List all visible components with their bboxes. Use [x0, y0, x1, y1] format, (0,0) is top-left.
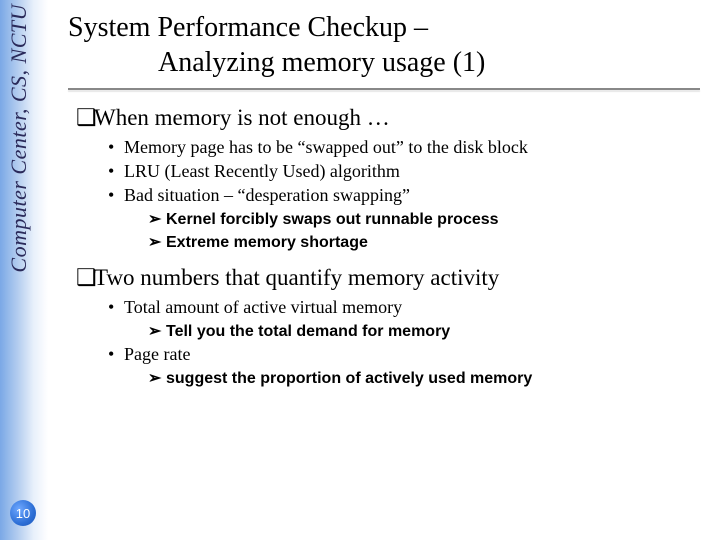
slide-content: System Performance Checkup – Analyzing m…: [68, 10, 700, 400]
dot-bullet-icon: •: [108, 161, 124, 182]
sub-bullet-item: ➢Tell you the total demand for memory: [148, 321, 700, 341]
dot-bullet-icon: •: [108, 137, 124, 158]
bullet-text: Total amount of active virtual memory: [124, 297, 402, 317]
arrow-bullet-icon: ➢: [148, 209, 166, 229]
dot-bullet-icon: •: [108, 297, 124, 318]
bullet-item: •Page rate: [108, 344, 700, 365]
sub-bullet-item: ➢suggest the proportion of actively used…: [148, 368, 700, 388]
sub-bullet-text: Extreme memory shortage: [166, 234, 368, 251]
sub-bullet-item: ➢Extreme memory shortage: [148, 232, 700, 252]
page-number-badge: 10: [10, 500, 36, 526]
arrow-bullet-icon: ➢: [148, 321, 166, 341]
arrow-bullet-icon: ➢: [148, 368, 166, 388]
sub-bullet-text: Kernel forcibly swaps out runnable proce…: [166, 211, 499, 228]
square-bullet-icon: ❑: [76, 104, 94, 131]
bullet-text: LRU (Least Recently Used) algorithm: [124, 161, 400, 181]
bullet-item: •Total amount of active virtual memory: [108, 297, 700, 318]
bullet-item: •Memory page has to be “swapped out” to …: [108, 137, 700, 158]
title-line-2: Analyzing memory usage (1): [68, 45, 700, 80]
bullet-text: Memory page has to be “swapped out” to t…: [124, 137, 528, 157]
sidebar-gradient: Computer Center, CS, NCTU: [0, 0, 48, 540]
slide-title: System Performance Checkup – Analyzing m…: [68, 10, 700, 80]
section: ❑Two numbers that quantify memory activi…: [68, 264, 700, 388]
bullet-item: •LRU (Least Recently Used) algorithm: [108, 161, 700, 182]
section: ❑When memory is not enough … •Memory pag…: [68, 104, 700, 252]
arrow-bullet-icon: ➢: [148, 232, 166, 252]
heading-text: Two numbers that quantify memory activit…: [94, 265, 499, 290]
sub-bullet-text: Tell you the total demand for memory: [166, 323, 450, 340]
bullet-text: Bad situation – “desperation swapping”: [124, 185, 410, 205]
title-line-1: System Performance Checkup –: [68, 10, 700, 45]
dot-bullet-icon: •: [108, 344, 124, 365]
section-heading: ❑When memory is not enough …: [76, 104, 700, 131]
heading-text: When memory is not enough …: [94, 105, 390, 130]
dot-bullet-icon: •: [108, 185, 124, 206]
bullet-item: •Bad situation – “desperation swapping”: [108, 185, 700, 206]
square-bullet-icon: ❑: [76, 264, 94, 291]
sidebar-label: Computer Center, CS, NCTU: [6, 4, 32, 273]
sub-bullet-item: ➢Kernel forcibly swaps out runnable proc…: [148, 209, 700, 229]
title-divider: [68, 88, 700, 90]
bullet-text: Page rate: [124, 344, 190, 364]
section-heading: ❑Two numbers that quantify memory activi…: [76, 264, 700, 291]
sub-bullet-text: suggest the proportion of actively used …: [166, 370, 532, 387]
